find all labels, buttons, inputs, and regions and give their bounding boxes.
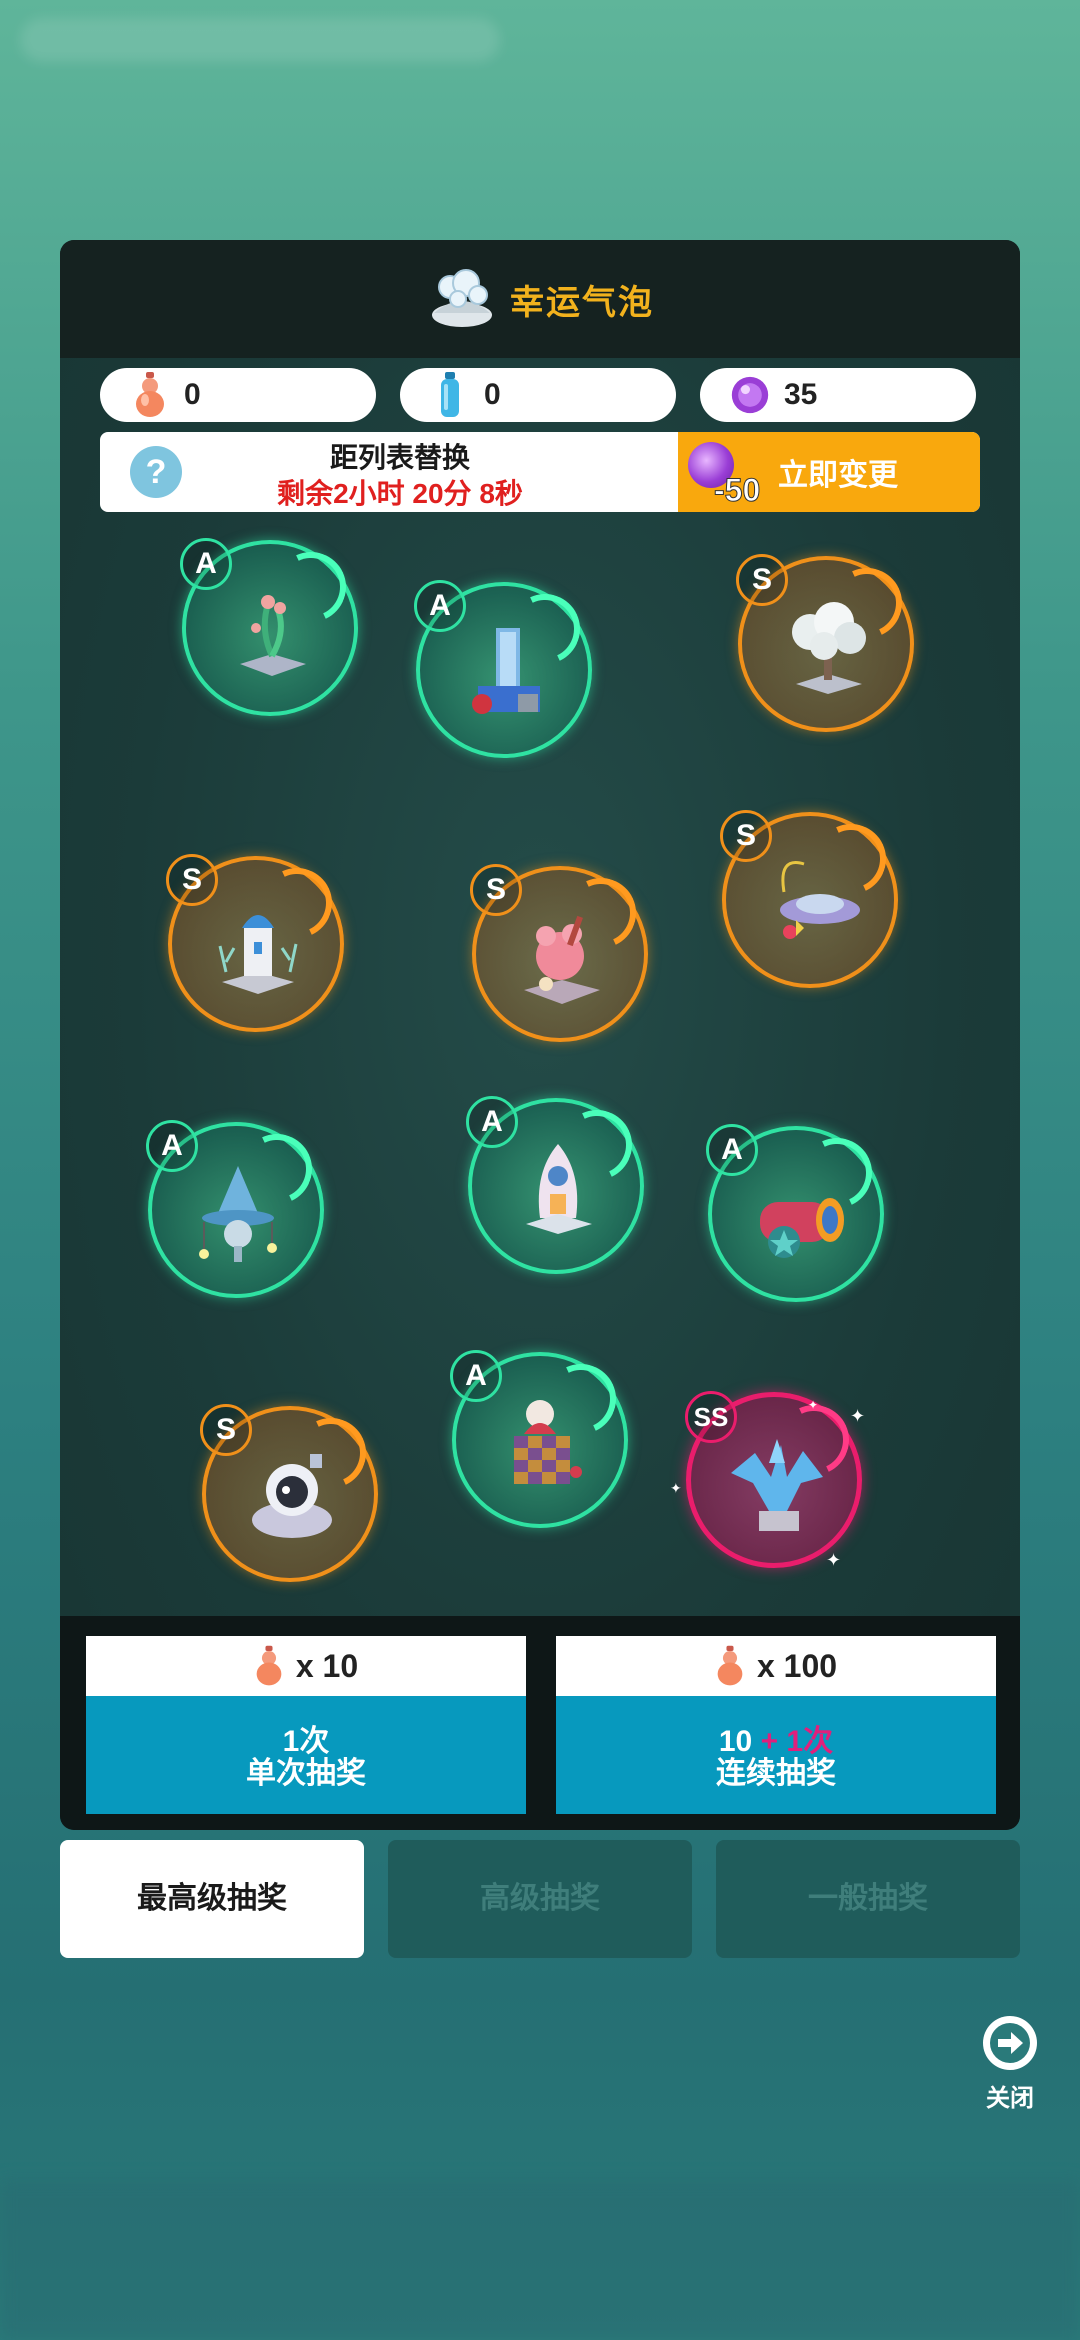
plant-terrarium-icon <box>220 580 324 684</box>
rank-badge: S <box>166 854 218 906</box>
sparkle-icon: ✦ <box>826 1550 842 1570</box>
tower-shop-icon <box>454 622 558 726</box>
change-now-button[interactable]: -50 立即变更 <box>678 432 980 512</box>
bottle-icon <box>430 372 470 418</box>
rank-badge: S <box>470 864 522 916</box>
change-cost: -50 <box>713 472 761 509</box>
single-draw-button[interactable]: 1次 单次抽奖 <box>86 1696 526 1814</box>
prize-bubble-rocket[interactable]: A <box>466 1096 644 1274</box>
shell-bubble-icon <box>426 269 498 329</box>
rank-badge: S <box>736 554 788 606</box>
prize-bubble-pink-house[interactable]: S <box>470 864 648 1042</box>
prize-bubble-cannon[interactable]: A <box>706 1124 884 1302</box>
blurred-background-footer <box>0 2180 1080 2340</box>
prize-bubble-tower-shop[interactable]: A <box>414 580 592 758</box>
prize-bubble-jack-box[interactable]: A <box>450 1350 628 1528</box>
prize-bubble-ufo[interactable]: S <box>720 810 898 988</box>
orb-count: 35 <box>784 378 818 411</box>
single-draw-cost: x 10 <box>86 1636 526 1696</box>
multi-draw-cost: x 100 <box>556 1636 996 1696</box>
purple-orb-icon <box>730 372 770 418</box>
wizard-hat-icon <box>186 1162 290 1266</box>
page-title: 幸运气泡 <box>510 283 654 322</box>
rank-badge: S <box>200 1404 252 1456</box>
prize-bubble-ice-dragon[interactable]: SS <box>685 1391 862 1568</box>
prize-bubble-plant[interactable]: A <box>180 538 358 716</box>
rocket-icon <box>506 1138 610 1242</box>
rank-badge: A <box>450 1350 502 1402</box>
tab-advanced-draw[interactable]: 高级抽奖 <box>388 1840 692 1958</box>
title-bar: 幸运气泡 <box>60 240 1020 358</box>
rank-badge: A <box>180 538 232 590</box>
ice-dragon-icon <box>725 1433 829 1537</box>
single-draw-card: x 10 1次 单次抽奖 <box>86 1636 526 1814</box>
gourd-icon <box>130 372 170 418</box>
gourd-icon <box>256 1645 282 1686</box>
refresh-title: 距列表替换 <box>329 442 470 473</box>
tab-normal-draw[interactable]: 一般抽奖 <box>716 1840 1020 1958</box>
multi-draw-label: 连续抽奖 <box>716 1757 836 1790</box>
ufo-platform-icon <box>760 852 864 956</box>
close-button[interactable]: 关闭 <box>978 2016 1042 2113</box>
blurred-background-header <box>20 18 500 62</box>
gourd-icon <box>717 1645 743 1686</box>
rank-badge: SS <box>685 1391 737 1443</box>
cannon-icon <box>746 1166 850 1270</box>
currency-gourd: 0 <box>100 368 376 422</box>
exit-arrow-icon <box>983 2016 1037 2070</box>
prize-bubble-white-tree[interactable]: S <box>736 554 914 732</box>
prize-bubble-astronaut[interactable]: S <box>200 1404 378 1582</box>
prize-bubble-lighthouse[interactable]: S <box>166 854 344 1032</box>
tab-top-draw[interactable]: 最高级抽奖 <box>60 1840 364 1958</box>
sparkle-icon: ✦ <box>850 1406 866 1426</box>
sparkle-icon: ✦ <box>808 1398 819 1412</box>
white-tree-icon <box>776 596 880 700</box>
rank-badge: A <box>146 1120 198 1172</box>
multi-draw-button[interactable]: 10 + 1次 连续抽奖 <box>556 1696 996 1814</box>
prize-bubble-wizard-hat[interactable]: A <box>146 1120 324 1298</box>
rank-badge: A <box>706 1124 758 1176</box>
multi-draw-card: x 100 10 + 1次 连续抽奖 <box>556 1636 996 1814</box>
astronaut-pod-icon <box>240 1446 344 1550</box>
rank-badge: A <box>466 1096 518 1148</box>
rank-badge: A <box>414 580 466 632</box>
jack-in-the-box-icon <box>490 1392 594 1496</box>
change-now-label: 立即变更 <box>778 459 898 492</box>
list-refresh-banner: ? 距列表替换 剩余2小时 20分 8秒 -50 立即变更 <box>100 432 980 512</box>
currency-orb: 35 <box>700 368 976 422</box>
multi-draw-cost-value: x 100 <box>756 1647 838 1684</box>
refresh-countdown: 剩余2小时 20分 8秒 <box>277 478 523 509</box>
lighthouse-coral-icon <box>206 896 310 1000</box>
single-draw-cost-value: x 10 <box>295 1647 359 1684</box>
sparkle-icon: ✦ <box>670 1480 682 1496</box>
help-icon[interactable]: ? <box>130 446 182 498</box>
gourd-count: 0 <box>184 378 201 411</box>
pink-house-icon <box>510 906 614 1010</box>
close-label: 关闭 <box>986 2085 1034 2112</box>
bottle-count: 0 <box>484 378 501 411</box>
rank-badge: S <box>720 810 772 862</box>
single-draw-label: 单次抽奖 <box>246 1757 366 1790</box>
currency-bottle: 0 <box>400 368 676 422</box>
